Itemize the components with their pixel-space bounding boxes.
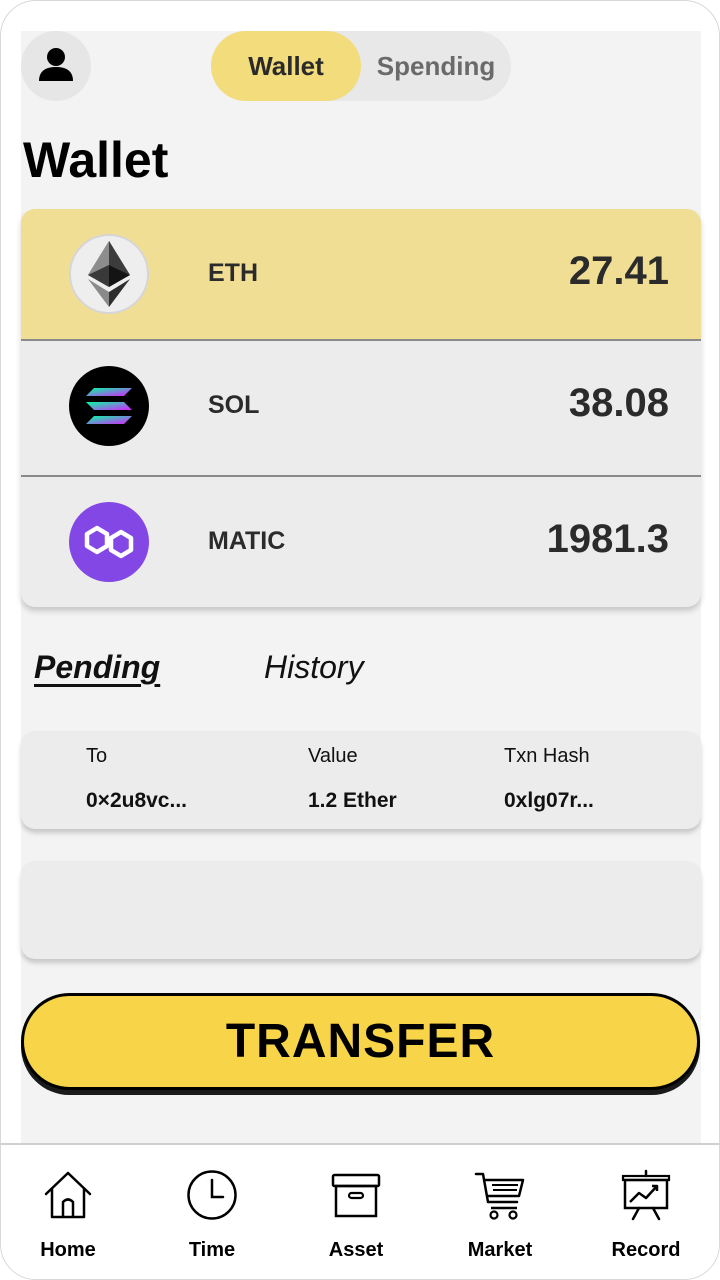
token-symbol: SOL: [208, 391, 260, 419]
nav-label: Home: [40, 1239, 96, 1261]
column-header-value: Value: [308, 745, 358, 767]
page-title: Wallet: [23, 132, 169, 188]
token-list: ETH 27.41 SOL 38.08 MATIC 1981.3: [21, 209, 701, 607]
empty-transaction-card: [21, 861, 701, 959]
profile-button[interactable]: [21, 31, 91, 101]
token-row-matic[interactable]: MATIC 1981.3: [21, 477, 701, 607]
ethereum-icon: [69, 234, 149, 314]
app-frame: Wallet Spending Wallet ETH 27.41 SOL 38.…: [0, 0, 720, 1280]
chart-board-icon: [591, 1167, 701, 1223]
nav-time[interactable]: Time: [157, 1167, 267, 1267]
token-balance: 27.41: [568, 249, 669, 293]
token-balance: 38.08: [568, 381, 669, 425]
polygon-icon: [69, 502, 149, 582]
wallet-spending-toggle: Wallet Spending: [211, 31, 511, 101]
column-header-to: To: [86, 745, 108, 767]
token-symbol: MATIC: [208, 527, 286, 555]
segment-spending[interactable]: Spending: [361, 31, 511, 101]
tab-history[interactable]: History: [264, 649, 364, 686]
txn-value: 1.2 Ether: [308, 789, 397, 812]
token-row-sol[interactable]: SOL 38.08: [21, 341, 701, 471]
bottom-nav: Home Time Asset Market Record: [1, 1143, 719, 1279]
token-row-eth[interactable]: ETH 27.41: [21, 209, 701, 339]
nav-asset[interactable]: Asset: [301, 1167, 411, 1267]
cart-icon: [445, 1167, 555, 1223]
transaction-card[interactable]: To Value Txn Hash 0×2u8vc... 1.2 Ether 0…: [21, 731, 701, 829]
txn-to-address: 0×2u8vc...: [86, 789, 187, 812]
nav-label: Market: [467, 1239, 533, 1261]
nav-home[interactable]: Home: [13, 1167, 123, 1267]
solana-icon: [69, 366, 149, 446]
box-icon: [301, 1167, 411, 1223]
nav-label: Asset: [328, 1239, 384, 1261]
nav-market[interactable]: Market: [445, 1167, 555, 1267]
nav-record[interactable]: Record: [591, 1167, 701, 1267]
token-symbol: ETH: [208, 259, 258, 287]
token-balance: 1981.3: [546, 517, 669, 561]
home-icon: [13, 1167, 123, 1223]
user-icon: [36, 44, 76, 89]
tab-pending[interactable]: Pending: [34, 649, 160, 686]
clock-icon: [157, 1167, 267, 1223]
transfer-button[interactable]: TRANSFER: [21, 993, 700, 1090]
txn-hash: 0xlg07r...: [504, 789, 594, 812]
segment-wallet[interactable]: Wallet: [211, 31, 361, 101]
nav-label: Time: [188, 1239, 236, 1261]
column-header-txn-hash: Txn Hash: [504, 745, 590, 767]
nav-label: Record: [611, 1239, 681, 1261]
